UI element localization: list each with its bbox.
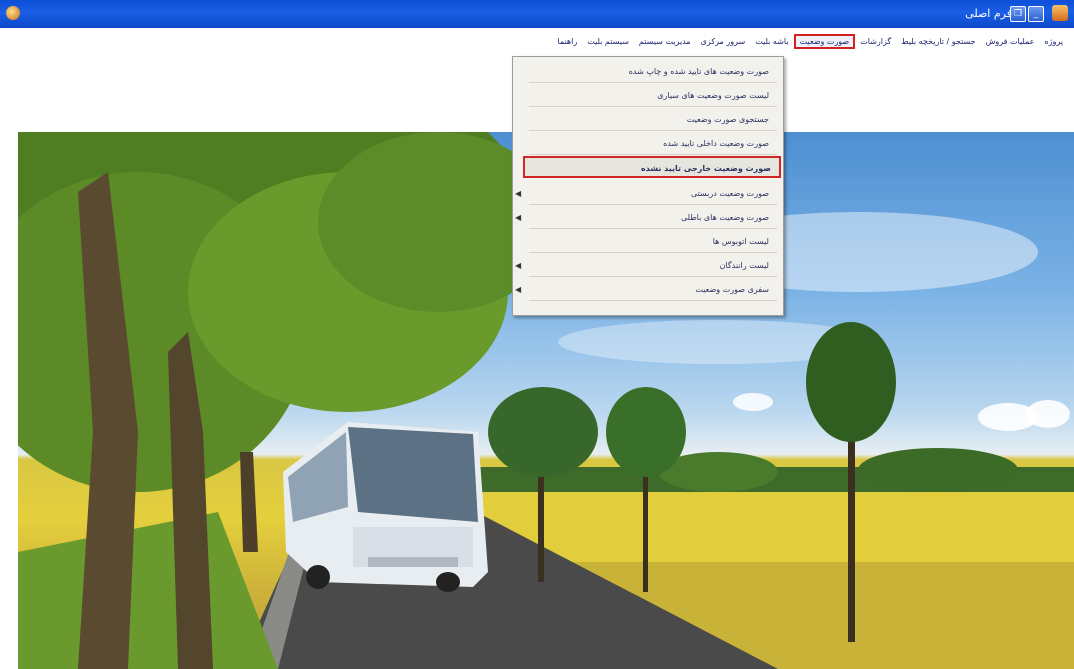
- menu-item-mobile-statements-list[interactable]: لیست صورت وضعیت های سیاری: [529, 85, 777, 107]
- menu-item-drivers-list[interactable]: لیست رانندگان ◀: [515, 255, 777, 277]
- menu-item-label: سفری صورت وضعیت: [695, 285, 769, 294]
- restore-button[interactable]: ❐: [1010, 6, 1026, 22]
- window-title: فرم اصلی: [965, 7, 1012, 20]
- menu-item-label: صورت وضعیت داخلی تایید شده: [663, 139, 769, 148]
- submenu-arrow-icon: ◀: [515, 261, 522, 270]
- app-system-icon[interactable]: [6, 6, 20, 20]
- menu-item-label: صورت وضعیت خارجی تایید نشده: [640, 164, 771, 173]
- menu-item-label: صورت وضعیت دربستی: [690, 189, 769, 198]
- menu-item-foreign-unapproved-statement[interactable]: صورت وضعیت خارجی تایید نشده: [523, 156, 781, 178]
- menu-item-statement-search[interactable]: جستجوی صورت وضعیت: [529, 109, 777, 131]
- menu-item-approved-printed-statements[interactable]: صورت وضعیت های تایید شده و چاپ شده: [529, 61, 777, 83]
- minimize-button[interactable]: _: [1028, 6, 1044, 22]
- menu-item-domestic-approved-statement[interactable]: صورت وضعیت داخلی تایید شده: [529, 133, 777, 155]
- title-bar: ❐ _ فرم اصلی: [0, 0, 1074, 29]
- menu-item-void-statements[interactable]: صورت وضعیت های باطلی ◀: [515, 207, 777, 229]
- submenu-arrow-icon: ◀: [515, 189, 522, 198]
- menu-statement[interactable]: صورت وضعیت: [793, 33, 856, 49]
- menu-item-label: صورت وضعیت های تایید شده و چاپ شده: [628, 67, 769, 76]
- menu-item-label: صورت وضعیت های باطلی: [681, 213, 769, 222]
- menu-bar: پروژه عملیات فروش جستجو / تاریخچه بلیط گ…: [0, 28, 1074, 54]
- statement-dropdown-menu: صورت وضعیت های تایید شده و چاپ شده لیست …: [512, 56, 784, 316]
- menu-item-bus-list[interactable]: لیست اتوبوس ها: [529, 231, 777, 253]
- submenu-arrow-icon: ◀: [515, 285, 522, 294]
- submenu-arrow-icon: ◀: [515, 213, 522, 222]
- menu-sales[interactable]: عملیات فروش: [981, 35, 1040, 48]
- menu-help[interactable]: راهنما: [552, 35, 582, 48]
- menu-item-charter-statement[interactable]: صورت وضعیت دربستی ◀: [515, 183, 777, 205]
- menu-ticket-batch[interactable]: باشه بلیت: [750, 35, 793, 48]
- menu-ticket-system[interactable]: سیستم بلیت: [582, 35, 634, 48]
- menu-central-server[interactable]: سرور مرکزی: [696, 35, 751, 48]
- menu-item-label: لیست صورت وضعیت های سیاری: [657, 91, 769, 100]
- menu-item-trip-statement[interactable]: سفری صورت وضعیت ◀: [515, 279, 777, 301]
- menu-item-label: جستجوی صورت وضعیت: [686, 115, 769, 124]
- menu-reports[interactable]: گزارشات: [855, 35, 896, 48]
- menu-system-admin[interactable]: مدیریت سیستم: [634, 35, 696, 48]
- menu-project[interactable]: پروژه: [1039, 35, 1068, 48]
- app-logo-icon: [1052, 5, 1068, 21]
- menu-item-label: لیست رانندگان: [719, 261, 769, 270]
- menu-item-label: لیست اتوبوس ها: [712, 237, 769, 246]
- menu-ticket-search[interactable]: جستجو / تاریخچه بلیط: [896, 35, 980, 48]
